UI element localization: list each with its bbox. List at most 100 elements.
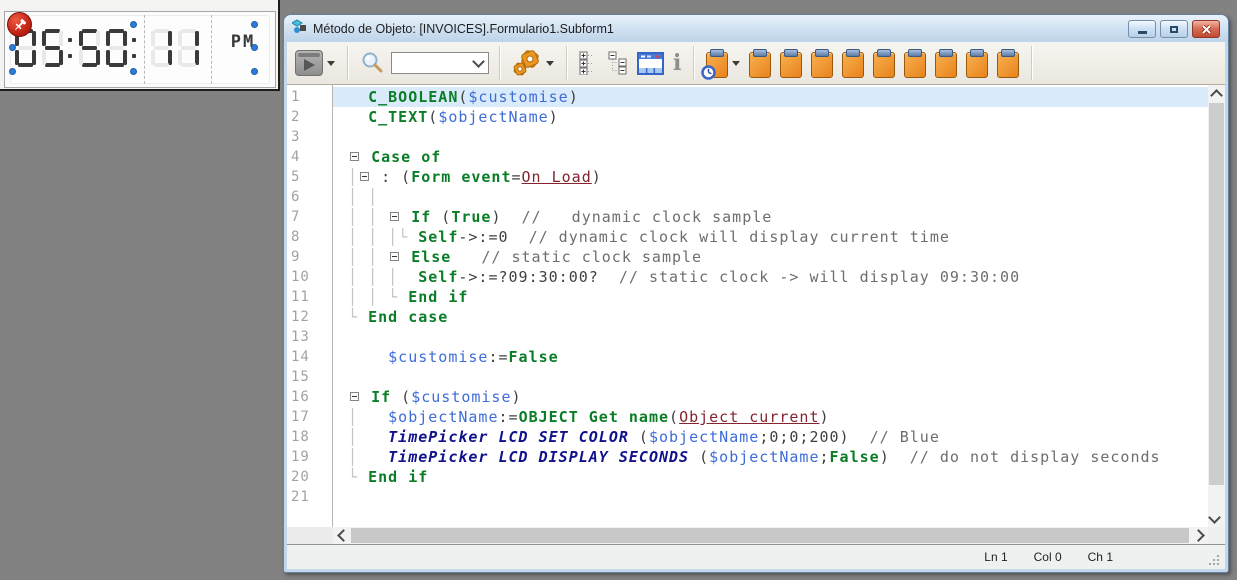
lcd-digit	[42, 29, 63, 67]
horizontal-scrollbar-thumb[interactable]	[351, 528, 1189, 543]
code-line[interactable]: 11 │ │ └ End if	[287, 287, 1208, 307]
method-window-icon	[291, 18, 308, 39]
scroll-up-button[interactable]	[1208, 85, 1225, 102]
clipboard-button-7[interactable]	[933, 46, 959, 80]
line-number: 2	[291, 109, 301, 125]
vertical-scrollbar-thumb[interactable]	[1209, 103, 1224, 485]
code-line[interactable]: 1 C_BOOLEAN($customise)	[287, 87, 1208, 107]
toolbar-separator	[693, 46, 695, 80]
clipboard-icon	[935, 48, 958, 78]
line-number: 16	[291, 389, 310, 405]
fold-toggle-icon[interactable]	[360, 172, 370, 181]
screen: { "window": { "title": "Método de Objeto…	[0, 0, 1237, 580]
selection-handle[interactable]	[130, 21, 137, 28]
lcd-digit	[106, 29, 127, 67]
code-line[interactable]: 21	[287, 487, 1208, 507]
selection-handle[interactable]	[130, 68, 137, 75]
line-number: 10	[291, 269, 310, 285]
code-line[interactable]: 3	[287, 127, 1208, 147]
fold-toggle-icon[interactable]	[390, 212, 400, 221]
code-pane[interactable]: 1 C_BOOLEAN($customise) 2 C_TEXT($objectN…	[287, 85, 1208, 527]
search-input[interactable]	[392, 56, 474, 70]
scroll-right-button[interactable]	[1191, 527, 1208, 544]
fold-toggle-icon[interactable]	[350, 392, 360, 401]
clipboard-icon	[966, 48, 989, 78]
code-line[interactable]: 15	[287, 367, 1208, 387]
chevron-down-icon	[472, 55, 485, 68]
code-line[interactable]: 7 │ │ If (True) // dynamic clock sample	[287, 207, 1208, 227]
scrollbar-corner	[1208, 527, 1225, 544]
code-line[interactable]: 20 └ End if	[287, 467, 1208, 487]
code-line[interactable]: 18 │ TimePicker LCD SET COLOR ($objectNa…	[287, 427, 1208, 447]
macro-clipboard-menu-button[interactable]	[701, 46, 742, 80]
code-line[interactable]: 4 Case of	[287, 147, 1208, 167]
clipboard-button-6[interactable]	[902, 46, 928, 80]
clipboard-icon	[811, 48, 834, 78]
selection-handle[interactable]	[9, 44, 16, 51]
line-number: 3	[291, 129, 301, 145]
selection-handle[interactable]	[9, 68, 16, 75]
method-options-button[interactable]	[510, 46, 556, 80]
code-line[interactable]: 14 $customise:=False	[287, 347, 1208, 367]
code-line[interactable]: 5 │ : (Form event=On Load)	[287, 167, 1208, 187]
lcd-colon-icon	[132, 29, 136, 67]
lcd-section-divider	[144, 15, 145, 84]
fold-toggle-icon[interactable]	[350, 152, 360, 161]
code-line[interactable]: 17 │ $objectName:=OBJECT Get name(Object…	[287, 407, 1208, 427]
code-line[interactable]: 10 │ │ │ Self->:=?09:30:00? // static cl…	[287, 267, 1208, 287]
selection-handle[interactable]	[251, 21, 258, 28]
lcd-clock-widget[interactable]: PM	[4, 11, 276, 88]
resize-grip[interactable]	[1209, 555, 1211, 557]
run-method-button[interactable]	[293, 46, 337, 80]
code-line[interactable]: 8 │ │ │└ Self->:=0 // dynamic clock will…	[287, 227, 1208, 247]
collapse-all-button[interactable]	[606, 46, 630, 80]
info-button[interactable]: i	[671, 46, 683, 80]
close-button[interactable]	[1192, 20, 1220, 38]
clipboard-button-9[interactable]	[995, 46, 1021, 80]
magnifier-icon	[362, 52, 383, 73]
titlebar[interactable]: Método de Objeto: [INVOICES].Formulario1…	[284, 15, 1228, 42]
search-combobox[interactable]	[391, 52, 489, 74]
code-line[interactable]: 16 If ($customise)	[287, 387, 1208, 407]
close-icon	[1201, 24, 1211, 34]
line-number: 19	[291, 449, 310, 465]
maximize-button[interactable]	[1160, 20, 1188, 38]
code-line[interactable]: 19 │ TimePicker LCD DISPLAY SECONDS ($ob…	[287, 447, 1208, 467]
code-editor[interactable]: 1 C_BOOLEAN($customise) 2 C_TEXT($objectN…	[287, 85, 1225, 544]
gears-icon	[513, 49, 539, 75]
expand-all-button[interactable]	[577, 46, 601, 80]
scroll-left-button[interactable]	[333, 527, 350, 544]
fold-toggle-icon[interactable]	[390, 252, 400, 261]
minimize-button[interactable]	[1128, 20, 1156, 38]
code-line[interactable]: 13	[287, 327, 1208, 347]
clipboard-button-3[interactable]	[809, 46, 835, 80]
code-line[interactable]: 6 │ │	[287, 187, 1208, 207]
lcd-seconds-digits	[151, 29, 205, 67]
code-line[interactable]: 9 │ │ Else // static clock sample	[287, 247, 1208, 267]
horizontal-scrollbar[interactable]	[333, 527, 1208, 544]
selection-handle[interactable]	[251, 68, 258, 75]
line-number: 15	[291, 369, 310, 385]
vertical-scrollbar[interactable]	[1207, 85, 1225, 527]
chevron-down-icon	[546, 60, 554, 66]
clipboard-button-8[interactable]	[964, 46, 990, 80]
line-number: 17	[291, 409, 310, 425]
object-method-badge-icon[interactable]	[7, 12, 32, 37]
scroll-down-button[interactable]	[1207, 510, 1225, 527]
code-line[interactable]: 12 └ End case	[287, 307, 1208, 327]
toolbar-separator	[347, 46, 348, 80]
line-number: 5	[291, 169, 301, 185]
clipboard-button-4[interactable]	[840, 46, 866, 80]
form-objects-button[interactable]	[635, 46, 666, 80]
search-button[interactable]	[358, 46, 386, 80]
status-column: Col 0	[1033, 550, 1062, 564]
line-number: 13	[291, 329, 310, 345]
code-line[interactable]: 2 C_TEXT($objectName)	[287, 107, 1208, 127]
clipboard-button-5[interactable]	[871, 46, 897, 80]
lcd-ampm-indicator: PM	[230, 32, 256, 52]
clipboard-button-1[interactable]	[747, 46, 773, 80]
clipboard-icon	[904, 48, 927, 78]
selection-handle[interactable]	[251, 44, 258, 51]
clipboard-button-2[interactable]	[778, 46, 804, 80]
lcd-section-divider	[211, 15, 212, 84]
